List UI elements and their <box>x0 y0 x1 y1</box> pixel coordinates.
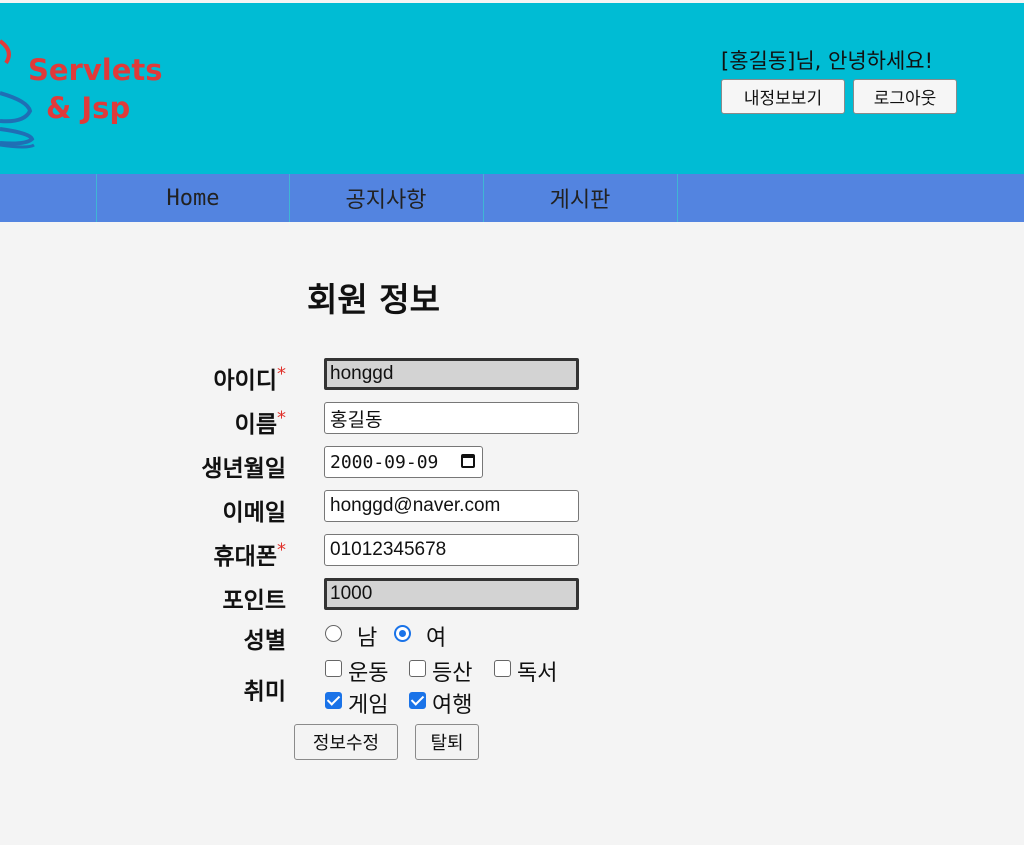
hobby-hiking-checkbox[interactable] <box>409 660 426 677</box>
birthday-label: 생년월일 <box>201 449 286 483</box>
page-title: 회원 정보 <box>307 280 440 319</box>
nav-item-notice[interactable]: 공지사항 <box>289 174 482 222</box>
id-field[interactable]: honggd <box>324 358 579 390</box>
update-info-button[interactable]: 정보수정 <box>294 724 398 760</box>
name-label: 이름* <box>235 405 286 439</box>
id-label: 아이디* <box>214 361 286 395</box>
phone-label: 휴대폰* <box>214 537 286 571</box>
email-label-text: 이메일 <box>222 500 286 526</box>
point-field[interactable]: 1000 <box>324 578 579 610</box>
hobby-label: 취미 <box>243 679 286 705</box>
hobby-reading-label[interactable]: 독서 <box>517 655 557 687</box>
gender-male-radio[interactable] <box>325 625 342 642</box>
birthday-value: 2000-09-09 <box>330 451 439 473</box>
phone-field[interactable]: 01012345678 <box>324 534 579 566</box>
hobby-exercise-checkbox[interactable] <box>325 660 342 677</box>
hobby-exercise-label[interactable]: 운동 <box>348 655 388 687</box>
gender-label: 성별 <box>243 628 286 654</box>
my-info-button[interactable]: 내정보보기 <box>721 79 845 114</box>
nav-item-board[interactable]: 게시판 <box>483 174 676 222</box>
name-field[interactable]: 홍길동 <box>324 402 579 434</box>
logout-button[interactable]: 로그아웃 <box>853 79 957 114</box>
hobby-reading-checkbox[interactable] <box>494 660 511 677</box>
nav-divider <box>677 174 678 222</box>
hobby-hiking-label[interactable]: 등산 <box>432 655 472 687</box>
hobby-game-checkbox[interactable] <box>325 692 342 709</box>
hobby-game-label[interactable]: 게임 <box>348 687 388 719</box>
phone-label-text: 휴대폰 <box>213 544 277 570</box>
required-mark: * <box>277 539 286 561</box>
id-label-text: 아이디 <box>213 368 277 394</box>
nav-item-home[interactable]: Home <box>96 174 289 222</box>
main-nav: Home 공지사항 게시판 <box>0 174 1024 222</box>
logo-text-line2: & Jsp <box>46 91 131 125</box>
hobby-travel-label[interactable]: 여행 <box>432 687 472 719</box>
name-label-text: 이름 <box>234 412 277 438</box>
point-label-text: 포인트 <box>222 588 286 614</box>
calendar-icon[interactable] <box>461 454 475 468</box>
welcome-message: [홍길동]님, 안녕하세요! <box>721 49 934 73</box>
servlets-jsp-logo[interactable]: Servlets & Jsp <box>0 11 170 161</box>
email-field[interactable]: honggd@naver.com <box>324 490 579 522</box>
hobby-travel-checkbox[interactable] <box>409 692 426 709</box>
site-header: Servlets & Jsp [홍길동]님, 안녕하세요! 내정보보기 로그아웃 <box>0 3 1024 174</box>
gender-male-label[interactable]: 남 <box>357 620 377 652</box>
required-mark: * <box>277 363 286 385</box>
logo-text-line1: Servlets <box>28 53 163 87</box>
email-label: 이메일 <box>223 493 286 527</box>
point-label: 포인트 <box>223 581 286 615</box>
gender-female-label[interactable]: 여 <box>426 620 446 652</box>
withdraw-button[interactable]: 탈퇴 <box>415 724 479 760</box>
gender-female-radio[interactable] <box>394 625 411 642</box>
birthday-date-input[interactable]: 2000-09-09 <box>324 446 483 478</box>
birthday-label-text: 생년월일 <box>201 456 286 482</box>
required-mark: * <box>277 407 286 429</box>
